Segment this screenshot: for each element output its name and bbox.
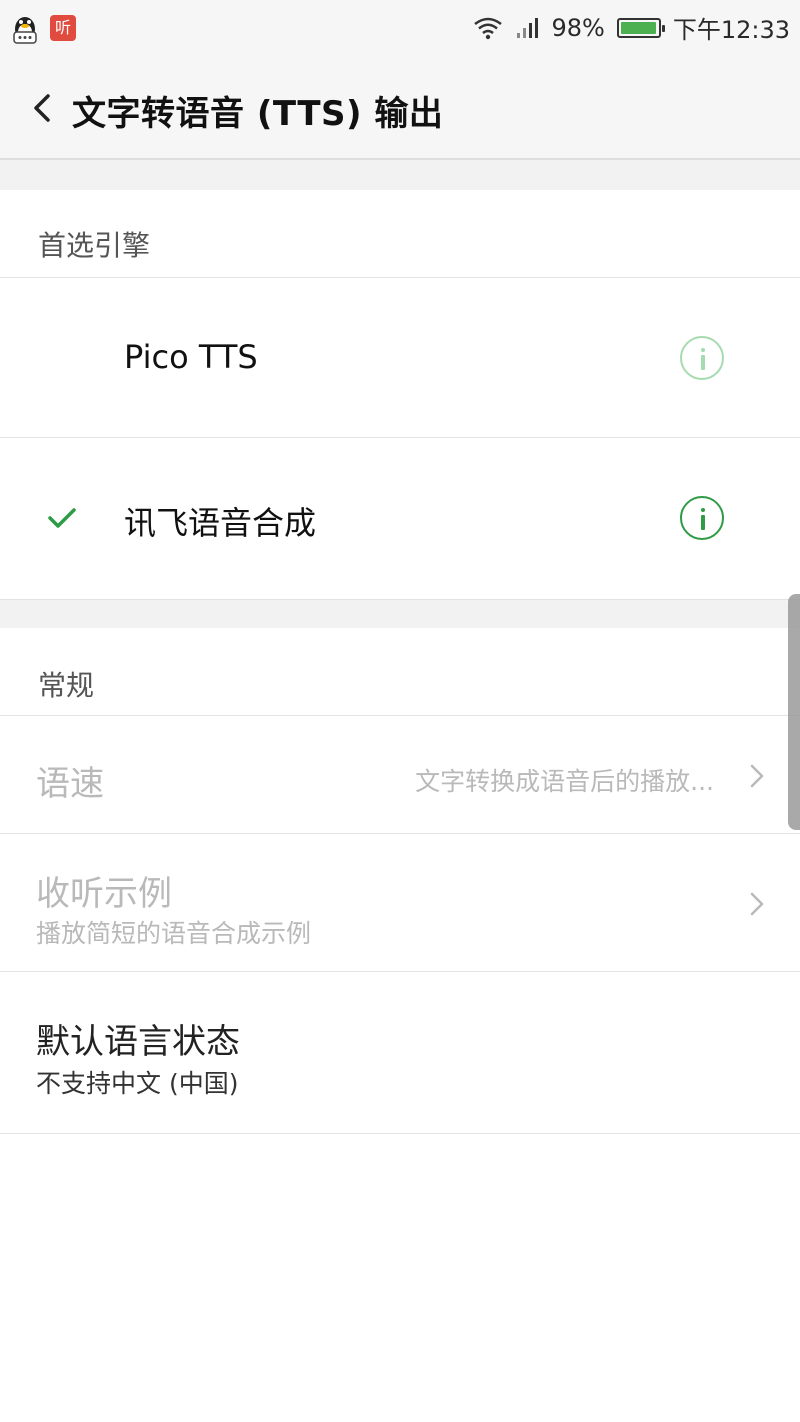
speech-rate-title: 语速: [36, 764, 104, 804]
scrollbar[interactable]: [788, 594, 800, 830]
speech-rate-value: 文字转换成语音后的播放...: [415, 767, 714, 796]
default-language-status-summary: 不支持中文 (中国): [36, 1069, 239, 1098]
status-bar: 听 98% 下午12:33: [0, 0, 800, 58]
back-button[interactable]: [26, 88, 62, 128]
notification-icons: 听: [10, 12, 76, 44]
engine-settings-info-icon[interactable]: [680, 336, 724, 380]
engine-label: Pico TTS: [124, 338, 258, 376]
page-title: 文字转语音 (TTS) 输出: [72, 94, 444, 134]
engine-label: 讯飞语音合成: [124, 504, 317, 542]
section-title: 常规: [38, 669, 95, 702]
speech-rate-row[interactable]: 语速 文字转换成语音后的播放...: [0, 716, 800, 834]
status-indicators: 98% 下午12:33: [473, 10, 790, 45]
chevron-right-icon: [750, 764, 764, 788]
battery-percent: 98%: [551, 13, 605, 42]
clock: 下午12:33: [672, 16, 790, 44]
section-header-preferred-engine: 首选引擎: [0, 190, 800, 278]
qq-icon: [10, 12, 40, 44]
ting-app-icon: 听: [50, 15, 76, 41]
checkmark-icon: [48, 508, 76, 528]
engine-settings-info-icon[interactable]: [680, 496, 724, 540]
default-language-status-title: 默认语言状态: [36, 1022, 240, 1062]
engine-row-pico[interactable]: Pico TTS: [0, 278, 800, 438]
wifi-icon: [474, 17, 503, 39]
section-spacer: [0, 600, 800, 628]
section-header-general: 常规: [0, 628, 800, 716]
chevron-left-icon: [34, 94, 50, 122]
default-language-status-row[interactable]: 默认语言状态 不支持中文 (中国): [0, 972, 800, 1134]
section-spacer: [0, 160, 800, 190]
listen-example-summary: 播放简短的语音合成示例: [36, 919, 312, 948]
engine-row-iflytek[interactable]: 讯飞语音合成: [0, 438, 800, 600]
listen-example-title: 收听示例: [36, 874, 172, 914]
title-bar: 文字转语音 (TTS) 输出: [0, 58, 800, 160]
section-title: 首选引擎: [38, 229, 151, 262]
listen-example-row[interactable]: 收听示例 播放简短的语音合成示例: [0, 834, 800, 972]
signal-icon: [517, 17, 539, 38]
chevron-right-icon: [750, 892, 764, 916]
battery-icon: [616, 17, 665, 38]
